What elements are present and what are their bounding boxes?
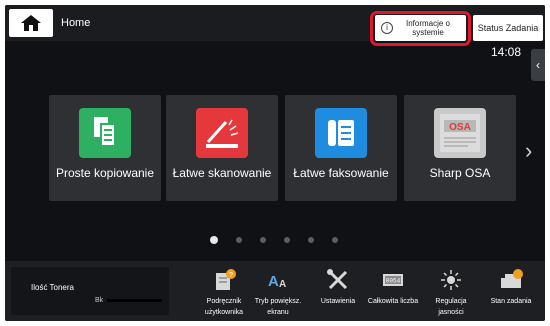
- brightness-icon: [441, 270, 461, 290]
- svg-text:A: A: [279, 279, 286, 290]
- job-status-icon: [501, 269, 523, 288]
- scanner-icon: [196, 108, 248, 158]
- toner-level-bar: [107, 299, 162, 302]
- tile-sharp-osa[interactable]: OSA Sharp OSA: [404, 95, 516, 201]
- tools-icon: [327, 269, 348, 290]
- quick-action-settings[interactable]: Ustawienia: [310, 267, 366, 307]
- chevron-right-icon: ›: [525, 138, 533, 163]
- quick-action-label: Całkowita liczba: [367, 298, 419, 305]
- quick-action-label: Regulacja jasności: [435, 298, 467, 316]
- svg-text:OSA: OSA: [449, 122, 471, 133]
- home-icon: [21, 15, 41, 31]
- tile-label: Łatwe skanowanie: [172, 166, 272, 180]
- font-size-icon: A A: [268, 273, 286, 290]
- page-dot[interactable]: [210, 236, 218, 244]
- next-page-arrow[interactable]: ›: [525, 138, 532, 164]
- quick-action-brightness[interactable]: Regulacja jasności: [423, 267, 479, 318]
- svg-text:?: ?: [229, 272, 233, 279]
- quick-action-job-status[interactable]: Stan zadania: [483, 267, 539, 307]
- quick-action-label: Stan zadania: [490, 298, 532, 305]
- counter-icon: 0054: [383, 274, 403, 286]
- page-dot[interactable]: [284, 237, 290, 243]
- quick-action-zoom-mode[interactable]: A A Tryb powiększ. ekranu: [250, 267, 306, 318]
- tile-simple-copy[interactable]: Proste kopiowanie: [49, 95, 161, 201]
- svg-text:A: A: [268, 273, 279, 290]
- page-indicator: [210, 236, 338, 247]
- quick-action-total-count[interactable]: 0054 Całkowita liczba: [365, 267, 421, 307]
- tile-easy-scan[interactable]: Łatwe skanowanie: [166, 95, 278, 201]
- quick-action-manual[interactable]: ? Podręcznik użytkownika: [196, 267, 252, 318]
- home-screen: Home i Informacje o systemie Status Zada…: [5, 5, 545, 321]
- job-status-button[interactable]: Status Zadania: [473, 15, 543, 41]
- highlight-frame: [370, 11, 471, 46]
- sharp-osa-icon: OSA: [434, 108, 486, 158]
- home-button[interactable]: [9, 9, 53, 37]
- home-label: Home: [61, 17, 91, 29]
- svg-text:0054: 0054: [386, 278, 401, 285]
- toner-level-fill: [107, 299, 162, 302]
- page-dot[interactable]: [308, 237, 314, 243]
- tile-easy-fax[interactable]: Łatwe faksowanie: [285, 95, 397, 201]
- toner-level-panel: Ilość Tonera Bk: [11, 267, 169, 315]
- chevron-left-icon: ‹: [536, 58, 540, 72]
- quick-action-label: Podręcznik użytkownika: [204, 298, 244, 316]
- tile-label: Łatwe faksowanie: [293, 166, 389, 180]
- tile-label: Sharp OSA: [429, 166, 491, 180]
- page-dot[interactable]: [332, 237, 338, 243]
- toner-channel-label: Bk: [95, 297, 104, 304]
- page-dot[interactable]: [236, 237, 242, 243]
- fax-icon: [315, 108, 367, 158]
- page-dot[interactable]: [260, 237, 266, 243]
- tile-label: Proste kopiowanie: [55, 166, 155, 180]
- manual-icon: ?: [216, 269, 236, 290]
- copy-icon: [79, 108, 131, 158]
- quick-action-label: Tryb powiększ. ekranu: [254, 298, 302, 316]
- clock: 14:08: [490, 45, 521, 59]
- side-panel-tab[interactable]: ‹: [531, 49, 545, 81]
- toner-label: Ilość Tonera: [31, 283, 74, 292]
- quick-action-label: Ustawienia: [320, 298, 356, 305]
